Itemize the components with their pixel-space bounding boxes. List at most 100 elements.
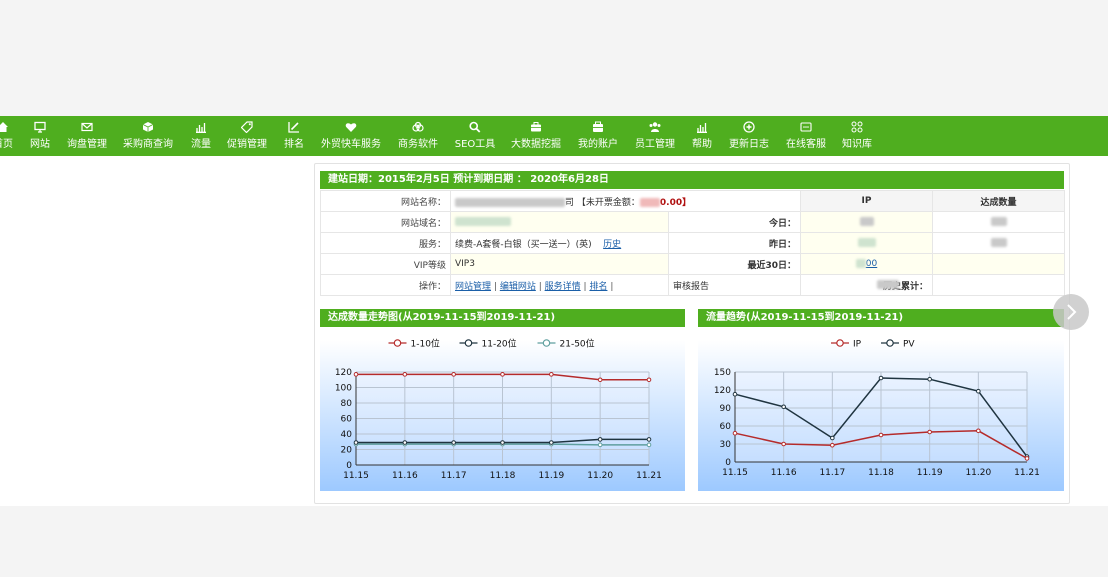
chat-icon: [786, 121, 826, 135]
nav-item-label: 首页: [0, 139, 13, 150]
vip-value: VIP3: [450, 253, 669, 275]
data-point: [353, 372, 359, 377]
unbilled-label: 【未开票金额：: [576, 197, 640, 208]
nav-item-15[interactable]: 在线客服: [786, 116, 826, 156]
nav-item-label: 知识库: [842, 139, 872, 150]
legend-label: 11-20位: [482, 338, 517, 350]
ranking-link[interactable]: 排名: [589, 282, 607, 292]
nav-item-label: 在线客服: [786, 139, 826, 150]
traffic-chart: 0 30 60 90 120 150 11.15 11.16 11.17 11.18 11.19 11…: [714, 339, 1040, 478]
redacted-last30-ip: [855, 259, 866, 268]
monitor-icon: [30, 121, 50, 135]
deal-column-header: 达成数量: [932, 190, 1065, 212]
nav-item-4[interactable]: 流量: [191, 116, 211, 156]
last30-ip-value: 00: [800, 253, 933, 275]
data-point: [976, 388, 981, 394]
y-tick-label: 60: [720, 422, 732, 432]
nav-item-6[interactable]: 排名: [284, 116, 304, 156]
site-dates-header: 建站日期：2015年2月5日 预计到期日期 ： 2020年6月28日: [320, 171, 1064, 189]
briefcase-icon: [511, 121, 561, 135]
data-point: [402, 440, 408, 445]
nav-item-9[interactable]: SEO工具: [455, 116, 495, 156]
y-tick-label: 40: [341, 430, 353, 440]
data-point: [353, 440, 359, 445]
x-tick-label: 11.16: [771, 468, 797, 478]
home-icon: [0, 121, 13, 135]
traffic-chart-area: 0 30 60 90 120 150 11.15 11.16 11.17 11.18 11.19 11…: [698, 327, 1064, 491]
top-blank-area: [0, 0, 1108, 116]
redacted-domain: [455, 217, 511, 226]
site-name-label: 网站名称：: [320, 190, 451, 212]
chevron-right-icon: [1067, 304, 1077, 320]
x-tick-label: 11.15: [343, 471, 369, 481]
nav-item-label: 流量: [191, 139, 211, 150]
ops-label: 操作：: [320, 274, 451, 296]
nav-item-12[interactable]: 员工管理: [635, 116, 675, 156]
data-point: [451, 440, 456, 445]
data-point: [830, 442, 835, 448]
nav-item-16[interactable]: 知识库: [842, 116, 872, 156]
legend-marker: [464, 339, 473, 347]
site-manage-link[interactable]: 网站管理: [455, 282, 491, 292]
data-point: [781, 404, 786, 410]
y-tick-label: 80: [341, 399, 353, 409]
next-arrow-button[interactable]: [1053, 294, 1089, 330]
data-point: [830, 435, 835, 441]
nav-item-7[interactable]: 外贸快车服务: [321, 116, 381, 156]
yesterday-deal-value: [932, 232, 1065, 254]
nav-item-14[interactable]: 更新日志: [729, 116, 769, 156]
nav-item-5[interactable]: 促销管理: [227, 116, 267, 156]
nav-item-8[interactable]: 商务软件: [398, 116, 438, 156]
data-point: [646, 377, 652, 383]
last30-ip-link[interactable]: 00: [866, 259, 877, 269]
site-name-row: 网站名称： 司 【未开票金额： 0.00】 IP 达成数量: [320, 190, 1065, 212]
data-point: [500, 440, 505, 445]
bar-chart-icon: [191, 121, 211, 135]
legend-label: 1-10位: [411, 338, 440, 350]
today-ip-value: [800, 211, 933, 233]
audit-report-cell: 审核报告: [668, 274, 801, 296]
data-point: [976, 428, 981, 434]
service-label: 服务：: [320, 232, 451, 254]
data-point: [402, 372, 408, 377]
x-tick-label: 11.20: [587, 471, 613, 481]
x-tick-label: 11.16: [392, 471, 418, 481]
data-point: [1024, 456, 1030, 461]
data-point: [732, 430, 738, 436]
nav-item-label: 采购商查询: [123, 139, 173, 150]
bar-chart-icon: [692, 121, 712, 135]
last30-deal-value: [932, 253, 1065, 275]
nav-item-11[interactable]: 我的账户: [578, 116, 618, 156]
operations-row: 操作： 网站管理 | 编辑网站 | 服务详情 | 排名 | 审核报告 历史累计：: [320, 274, 1065, 296]
bottom-blank-area: [0, 506, 1108, 577]
x-tick-label: 11.21: [636, 471, 662, 481]
nav-item-10[interactable]: 大数据挖掘: [511, 116, 561, 156]
separator: |: [610, 281, 614, 292]
nav-item-3[interactable]: 采购商查询: [123, 116, 173, 156]
cloud-icon: [398, 121, 438, 135]
nav-item-label: 网站: [30, 139, 50, 150]
data-point: [549, 372, 554, 377]
nav-item-label: 商务软件: [398, 139, 438, 150]
y-tick-label: 150: [714, 368, 731, 378]
x-tick-label: 11.19: [538, 471, 564, 481]
y-tick-label: 0: [346, 461, 352, 471]
site-domain-row: 网站域名： 今日：: [320, 211, 1065, 233]
service-details-link[interactable]: 服务详情: [545, 282, 581, 292]
nav-item-13[interactable]: 帮助: [692, 116, 712, 156]
redacted-amount: [639, 197, 660, 207]
audit-report-link[interactable]: 审核报告: [673, 282, 709, 292]
nav-item-2[interactable]: 询盘管理: [67, 116, 107, 156]
nav-item-0[interactable]: 首页: [0, 116, 13, 156]
y-tick-label: 120: [714, 386, 731, 396]
nav-item-label: 外贸快车服务: [321, 139, 381, 150]
x-tick-label: 11.15: [722, 468, 748, 478]
site-domain-value: [450, 211, 669, 233]
yesterday-ip-value: [800, 232, 933, 254]
nav-item-1[interactable]: 网站: [30, 116, 50, 156]
legend-marker: [393, 339, 402, 347]
edit-site-link[interactable]: 编辑网站: [500, 282, 536, 292]
nav-item-label: 大数据挖掘: [511, 139, 561, 150]
history-link[interactable]: 历史: [603, 240, 621, 250]
data-point: [927, 429, 932, 435]
